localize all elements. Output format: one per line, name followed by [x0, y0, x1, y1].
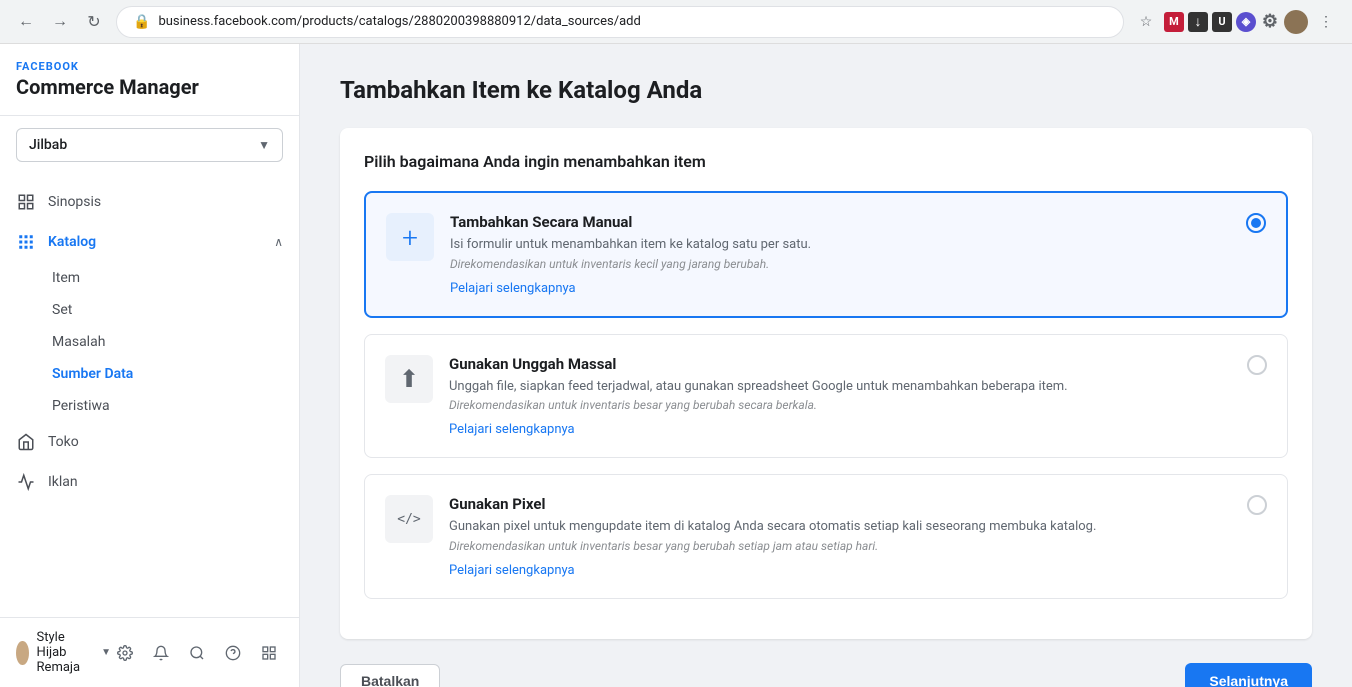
- refresh-button[interactable]: ↻: [80, 8, 108, 36]
- bulk-icon: ⬆: [385, 355, 433, 403]
- search-button[interactable]: [183, 639, 211, 667]
- sidebar-item-sumber-data[interactable]: Sumber Data: [0, 358, 299, 390]
- katalog-label: Katalog: [48, 234, 96, 250]
- manual-icon: +: [386, 213, 434, 261]
- sidebar-item-masalah[interactable]: Masalah: [0, 326, 299, 358]
- bulk-radio[interactable]: [1247, 355, 1267, 375]
- next-button-wrapper: Selanjutnya: [1185, 663, 1312, 687]
- catalog-dropdown[interactable]: Jilbab ▼: [16, 128, 283, 162]
- star-button[interactable]: ☆: [1132, 8, 1160, 36]
- main-content: Tambahkan Item ke Katalog Anda Pilih bag…: [300, 44, 1352, 687]
- pixel-rec: Direkomendasikan untuk inventaris besar …: [449, 539, 1231, 553]
- option-manual[interactable]: + Tambahkan Secara Manual Isi formulir u…: [364, 191, 1288, 318]
- options-card: Pilih bagaimana Anda ingin menambahkan i…: [340, 128, 1312, 639]
- sidebar-item-sinopsis[interactable]: Sinopsis: [0, 182, 299, 222]
- extension-diamond[interactable]: ◈: [1236, 12, 1256, 32]
- katalog-left: Katalog: [16, 232, 96, 252]
- sidebar-footer: Style Hijab Remaja ▼: [0, 617, 299, 687]
- page-title: Tambahkan Item ke Katalog Anda: [340, 76, 1312, 104]
- app-title: Commerce Manager: [16, 75, 283, 99]
- address-text: business.facebook.com/products/catalogs/…: [158, 14, 640, 29]
- sinopsis-icon: [16, 192, 36, 212]
- app-container: FACEBOOK Commerce Manager Jilbab ▼ Sinop…: [0, 44, 1352, 687]
- toko-icon: [16, 432, 36, 452]
- sidebar-item-katalog[interactable]: Katalog ∧: [0, 222, 299, 262]
- pixel-title: Gunakan Pixel: [449, 495, 1231, 513]
- browser-nav: ← → ↻: [12, 8, 108, 36]
- manual-rec: Direkomendasikan untuk inventaris kecil …: [450, 257, 1230, 271]
- sidebar-item-peristiwa[interactable]: Peristiwa: [0, 390, 299, 422]
- account-arrow-icon: ▼: [101, 647, 111, 658]
- set-label: Set: [52, 302, 72, 318]
- sidebar-header: FACEBOOK Commerce Manager: [0, 44, 299, 116]
- sidebar-item-iklan[interactable]: Iklan: [0, 462, 299, 502]
- user-avatar[interactable]: [1284, 10, 1308, 34]
- back-button[interactable]: ←: [12, 8, 40, 36]
- bulk-rec: Direkomendasikan untuk inventaris besar …: [449, 398, 1231, 412]
- manual-learn-link[interactable]: Pelajari selengkapnya: [450, 281, 576, 296]
- sidebar: FACEBOOK Commerce Manager Jilbab ▼ Sinop…: [0, 44, 300, 687]
- masalah-label: Masalah: [52, 334, 105, 350]
- account-section[interactable]: Style Hijab Remaja ▼: [16, 630, 111, 675]
- bulk-content: Gunakan Unggah Massal Unggah file, siapk…: [449, 355, 1231, 438]
- manual-title: Tambahkan Secara Manual: [450, 213, 1230, 231]
- manual-radio[interactable]: [1246, 213, 1266, 233]
- pixel-icon: </>: [385, 495, 433, 543]
- sidebar-item-toko[interactable]: Toko: [0, 422, 299, 462]
- katalog-icon: [16, 232, 36, 252]
- katalog-subnav: Item Set Masalah Sumber Data Peristiwa: [0, 262, 299, 422]
- address-bar[interactable]: 🔒 business.facebook.com/products/catalog…: [116, 6, 1124, 38]
- sumber-data-label: Sumber Data: [52, 366, 133, 382]
- bulk-learn-link[interactable]: Pelajari selengkapnya: [449, 422, 575, 437]
- section-subtitle: Pilih bagaimana Anda ingin menambahkan i…: [364, 152, 1288, 171]
- katalog-chevron-icon: ∧: [274, 235, 283, 249]
- brand-label: FACEBOOK: [16, 60, 283, 73]
- menu-button[interactable]: ⋮: [1312, 8, 1340, 36]
- sidebar-nav: Sinopsis Katalog ∧ Item Set: [0, 174, 299, 617]
- extension-u[interactable]: U: [1212, 12, 1232, 32]
- dropdown-value: Jilbab: [29, 137, 67, 153]
- toko-label: Toko: [48, 434, 79, 450]
- iklan-icon: [16, 472, 36, 492]
- cancel-button[interactable]: Batalkan: [340, 664, 440, 687]
- footer-actions: [111, 639, 283, 667]
- option-bulk[interactable]: ⬆ Gunakan Unggah Massal Unggah file, sia…: [364, 334, 1288, 459]
- settings-button[interactable]: [111, 639, 139, 667]
- bulk-title: Gunakan Unggah Massal: [449, 355, 1231, 373]
- dropdown-arrow-icon: ▼: [258, 138, 270, 152]
- iklan-label: Iklan: [48, 474, 78, 490]
- pixel-content: Gunakan Pixel Gunakan pixel untuk mengup…: [449, 495, 1231, 578]
- notifications-button[interactable]: [147, 639, 175, 667]
- peristiwa-label: Peristiwa: [52, 398, 110, 414]
- account-name: Style Hijab Remaja: [37, 630, 94, 675]
- sidebar-item-set[interactable]: Set: [0, 294, 299, 326]
- manual-desc: Isi formulir untuk menambahkan item ke k…: [450, 235, 1230, 255]
- next-button[interactable]: Selanjutnya: [1185, 663, 1312, 687]
- bulk-desc: Unggah file, siapkan feed terjadwal, ata…: [449, 377, 1231, 397]
- lock-icon: 🔒: [133, 14, 150, 30]
- sidebar-item-item[interactable]: Item: [0, 262, 299, 294]
- pixel-radio[interactable]: [1247, 495, 1267, 515]
- grid-button[interactable]: [255, 639, 283, 667]
- help-button[interactable]: [219, 639, 247, 667]
- forward-button[interactable]: →: [46, 8, 74, 36]
- extension-down[interactable]: ↓: [1188, 12, 1208, 32]
- sinopsis-label: Sinopsis: [48, 194, 101, 210]
- item-label: Item: [52, 270, 80, 286]
- extension-m[interactable]: M: [1164, 12, 1184, 32]
- pixel-desc: Gunakan pixel untuk mengupdate item di k…: [449, 517, 1231, 537]
- extension-puzzle[interactable]: ⚙: [1260, 12, 1280, 32]
- browser-chrome: ← → ↻ 🔒 business.facebook.com/products/c…: [0, 0, 1352, 44]
- account-avatar: [16, 641, 29, 665]
- manual-content: Tambahkan Secara Manual Isi formulir unt…: [450, 213, 1230, 296]
- browser-actions: ☆ M ↓ U ◈ ⚙ ⋮: [1132, 8, 1340, 36]
- bottom-actions: Batalkan Selanjutnya: [340, 663, 1312, 687]
- pixel-learn-link[interactable]: Pelajari selengkapnya: [449, 563, 575, 578]
- option-pixel[interactable]: </> Gunakan Pixel Gunakan pixel untuk me…: [364, 474, 1288, 599]
